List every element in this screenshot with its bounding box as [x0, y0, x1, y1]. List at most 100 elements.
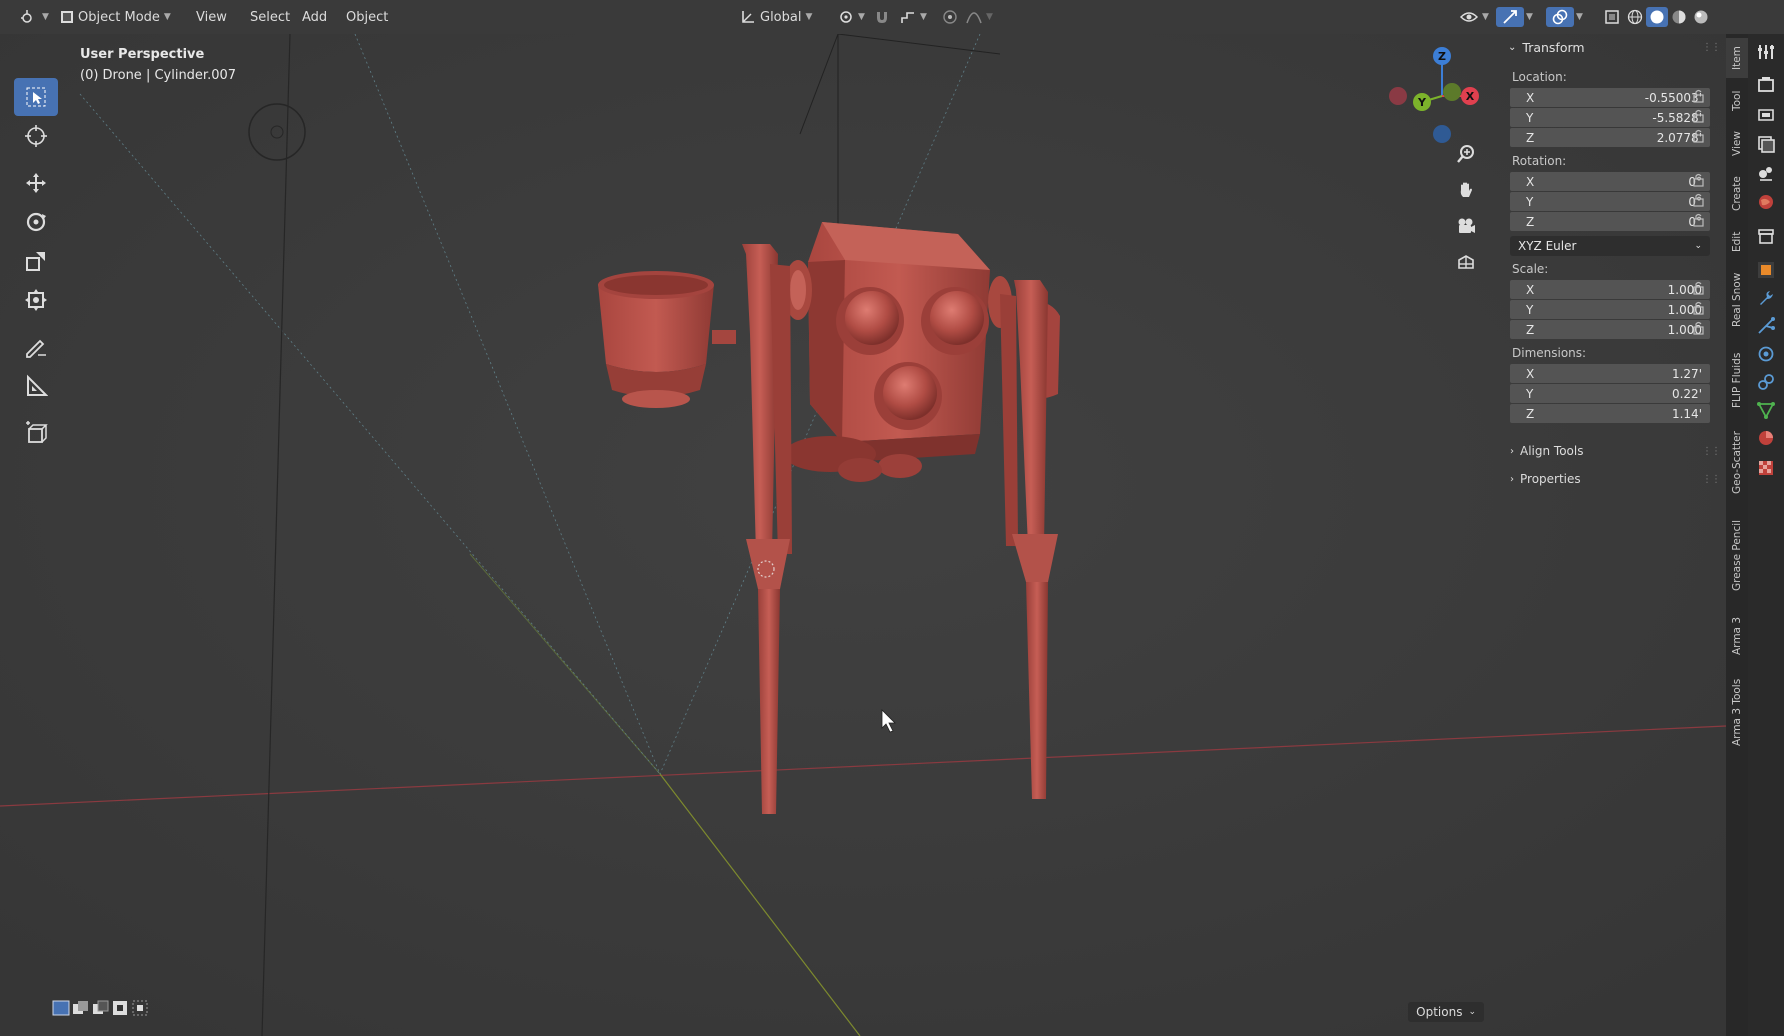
measure-tool[interactable]	[14, 367, 58, 405]
editor-type-button[interactable]: ▼	[14, 6, 55, 28]
select-subtract-icon[interactable]	[92, 1000, 110, 1016]
dimensions-x-field[interactable]: X 1.27'	[1510, 364, 1710, 383]
gizmo-toggle[interactable]: ▼	[1496, 6, 1533, 28]
align-tools-panel-header[interactable]: › Align Tools	[1510, 444, 1583, 458]
lock-icon[interactable]	[1692, 129, 1706, 143]
lock-icon[interactable]	[1692, 173, 1706, 187]
tab-real-snow[interactable]: Real Snow	[1726, 264, 1748, 336]
rotation-y-field[interactable]: Y 0°	[1510, 192, 1710, 211]
lock-icon[interactable]	[1692, 213, 1706, 227]
rotation-x-field[interactable]: X 0°	[1510, 172, 1710, 191]
falloff-selector[interactable]: ▼	[960, 6, 999, 28]
options-dropdown[interactable]: Options ⌄	[1408, 1002, 1484, 1022]
menu-add[interactable]: Add	[296, 6, 333, 28]
material-icon[interactable]	[1756, 428, 1776, 448]
constraints-icon[interactable]	[1756, 372, 1776, 392]
rotation-mode-dropdown[interactable]: XYZ Euler ⌄	[1510, 236, 1710, 256]
shading-solid[interactable]	[1646, 6, 1668, 28]
lock-icon[interactable]	[1692, 281, 1706, 295]
annotate-tool[interactable]	[14, 328, 58, 366]
drag-handle-icon[interactable]: ⋮⋮	[1702, 446, 1721, 457]
menu-object[interactable]: Object	[340, 6, 394, 28]
location-y-field[interactable]: Y -5.5828'	[1510, 108, 1710, 127]
tab-tool[interactable]: Tool	[1726, 82, 1748, 120]
object-properties-icon[interactable]	[1756, 260, 1776, 280]
chevron-down-icon: ▼	[42, 12, 49, 22]
cursor-tool[interactable]	[14, 117, 58, 155]
visibility-selector[interactable]: ▼	[1454, 6, 1495, 28]
properties-panel-header[interactable]: › Properties	[1510, 472, 1581, 486]
rotation-label: Rotation:	[1512, 154, 1567, 168]
pan-button[interactable]	[1450, 174, 1482, 206]
shading-wireframe[interactable]	[1624, 6, 1646, 28]
scale-z-field[interactable]: Z 1.000	[1510, 320, 1710, 339]
lock-icon[interactable]	[1692, 321, 1706, 335]
mesh-data-icon[interactable]	[1756, 400, 1776, 420]
physics-icon[interactable]	[1756, 344, 1776, 364]
particles-icon[interactable]	[1756, 316, 1776, 336]
grid-icon	[1458, 255, 1474, 269]
cursor-3d-icon	[25, 125, 47, 147]
axis-gizmo[interactable]: Z X Y	[1380, 40, 1490, 150]
lock-icon[interactable]	[1692, 109, 1706, 123]
modifier-wrench-icon[interactable]	[1756, 288, 1776, 308]
zoom-button[interactable]	[1450, 138, 1482, 170]
overlays-icon	[1552, 9, 1568, 25]
move-tool[interactable]	[14, 164, 58, 202]
scale-tool[interactable]	[14, 242, 58, 280]
dimensions-y-field[interactable]: Y 0.22'	[1510, 384, 1710, 403]
orientation-selector[interactable]: Global ▼	[734, 6, 818, 28]
lock-icon[interactable]	[1692, 89, 1706, 103]
pivot-selector[interactable]: ▼	[832, 6, 871, 28]
tab-arma-3[interactable]: Arma 3	[1726, 608, 1748, 664]
select-intersect-icon[interactable]	[132, 1000, 150, 1016]
3d-viewport[interactable]: User Perspective (0) Drone | Cylinder.00…	[0, 34, 1726, 1036]
render-icon[interactable]	[1756, 74, 1776, 94]
shading-material[interactable]	[1668, 6, 1690, 28]
tab-arma-3-tools[interactable]: Arma 3 Tools	[1726, 668, 1748, 756]
camera-view-button[interactable]	[1450, 210, 1482, 242]
scene-icon[interactable]	[1756, 162, 1776, 182]
mode-selector[interactable]: Object Mode ▼	[54, 6, 177, 28]
tool-settings-icon[interactable]	[1756, 42, 1776, 62]
tab-view[interactable]: View	[1726, 124, 1748, 164]
menu-select[interactable]: Select	[244, 6, 296, 28]
dimensions-z-field[interactable]: Z 1.14'	[1510, 404, 1710, 423]
tab-edit[interactable]: Edit	[1726, 224, 1748, 260]
xray-toggle[interactable]	[1598, 6, 1626, 28]
scale-y-field[interactable]: Y 1.000	[1510, 300, 1710, 319]
drag-handle-icon[interactable]: ⋮⋮	[1702, 474, 1721, 485]
select-box-tool[interactable]	[14, 78, 58, 116]
rotate-tool[interactable]	[14, 203, 58, 241]
texture-icon[interactable]	[1756, 458, 1776, 478]
select-new-icon[interactable]	[52, 1000, 70, 1016]
select-invert-icon[interactable]	[112, 1000, 130, 1016]
scale-x-field[interactable]: X 1.000	[1510, 280, 1710, 299]
lock-icon[interactable]	[1692, 301, 1706, 315]
location-z-field[interactable]: Z 2.0778'	[1510, 128, 1710, 147]
select-extend-icon[interactable]	[72, 1000, 90, 1016]
transform-panel-header[interactable]: ⌄ Transform	[1508, 40, 1585, 55]
location-x-field[interactable]: X -0.55003'	[1510, 88, 1710, 107]
overlays-toggle[interactable]: ▼	[1546, 6, 1583, 28]
chevron-down-icon: ▼	[986, 12, 993, 22]
lock-icon[interactable]	[1692, 193, 1706, 207]
shading-rendered[interactable]	[1690, 6, 1712, 28]
drag-handle-icon[interactable]: ⋮⋮	[1702, 42, 1721, 53]
world-icon[interactable]	[1756, 192, 1776, 212]
ortho-toggle-button[interactable]	[1450, 246, 1482, 278]
view-layer-icon[interactable]	[1756, 134, 1776, 154]
snap-target-selector[interactable]: ▼	[894, 6, 933, 28]
tab-create[interactable]: Create	[1726, 168, 1748, 220]
collection-icon[interactable]	[1756, 226, 1776, 246]
tab-flip-fluids[interactable]: FLIP Fluids	[1726, 340, 1748, 420]
rotation-z-field[interactable]: Z 0°	[1510, 212, 1710, 231]
tab-grease-pencil[interactable]: Grease Pencil	[1726, 506, 1748, 604]
output-icon[interactable]	[1756, 104, 1776, 124]
transform-tool[interactable]	[14, 281, 58, 319]
tab-item[interactable]: Item	[1726, 38, 1748, 78]
snap-toggle[interactable]	[868, 6, 896, 28]
menu-view[interactable]: View	[190, 6, 233, 28]
add-cube-tool[interactable]	[14, 414, 58, 452]
tab-geo-scatter[interactable]: Geo-Scatter	[1726, 424, 1748, 502]
